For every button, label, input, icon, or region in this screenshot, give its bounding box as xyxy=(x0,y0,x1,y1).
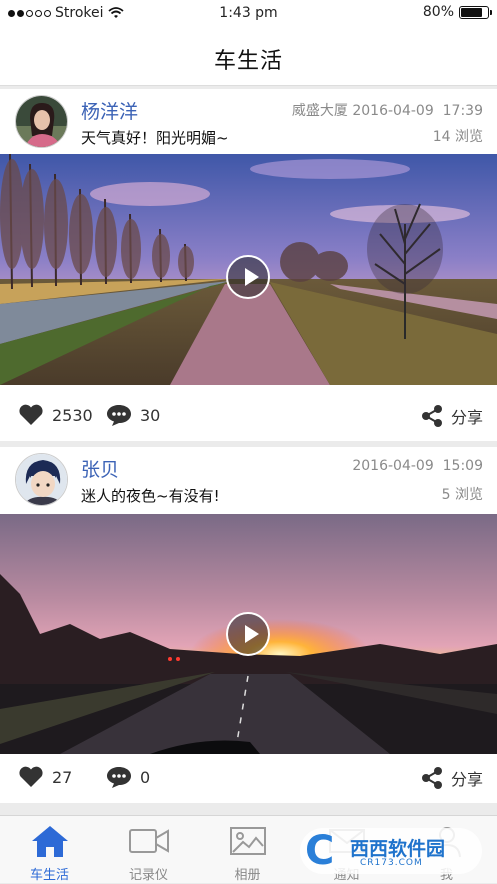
post-meta: 2016-04-09 15:09 xyxy=(352,458,483,474)
home-icon xyxy=(31,826,68,857)
tab-label: 车生活 xyxy=(29,868,69,883)
like-button[interactable]: 2530 xyxy=(18,404,93,426)
post-header: 杨洋洋 天气真好！阳光明媚~ 威盛大厦 2016-04-09 17:39 14 … xyxy=(0,89,497,154)
watermark-site: CR173.COM xyxy=(360,858,423,868)
comment-icon xyxy=(107,405,131,426)
post-meta: 威盛大厦 2016-04-09 17:39 xyxy=(292,100,483,120)
avatar[interactable] xyxy=(15,453,68,506)
share-button[interactable]: 分享 xyxy=(421,766,483,790)
tab-label: 记录仪 xyxy=(128,868,168,883)
post-actions: 2530 30 分享 xyxy=(0,389,497,441)
heart-icon xyxy=(19,404,43,425)
feed-post: 杨洋洋 天气真好！阳光明媚~ 威盛大厦 2016-04-09 17:39 14 … xyxy=(0,89,497,441)
post-views: 14 浏览 xyxy=(432,129,483,145)
post-username[interactable]: 杨洋洋 xyxy=(81,97,138,124)
like-count: 27 xyxy=(52,767,73,787)
battery-icon xyxy=(459,5,492,19)
share-button[interactable]: 分享 xyxy=(421,404,483,428)
heart-icon xyxy=(19,766,43,787)
comment-count: 0 xyxy=(140,767,151,787)
post-location-date: 2016-04-09 xyxy=(352,458,434,474)
tab-recorder[interactable]: 记录仪 xyxy=(99,816,198,884)
post-location-date: 威盛大厦 2016-04-09 xyxy=(291,103,434,119)
play-button[interactable] xyxy=(226,612,270,656)
comment-icon xyxy=(107,767,131,788)
post-username[interactable]: 张贝 xyxy=(81,455,119,482)
share-label: 分享 xyxy=(450,770,483,789)
avatar[interactable] xyxy=(15,95,68,148)
post-video-thumbnail[interactable] xyxy=(0,154,497,385)
feed-post: 张贝 迷人的夜色~有没有! 2016-04-09 15:09 5 浏览 27 0… xyxy=(0,447,497,803)
post-caption: 迷人的夜色~有没有! xyxy=(81,487,220,505)
watermark-brand: 西西软件园 xyxy=(350,838,446,860)
tab-car-life[interactable]: 车生活 xyxy=(0,816,99,884)
comment-button[interactable]: 0 xyxy=(106,766,150,788)
post-time: 17:39 xyxy=(442,103,483,119)
battery-percent: 80% xyxy=(422,4,454,20)
play-button[interactable] xyxy=(226,255,270,299)
post-time: 15:09 xyxy=(442,458,483,474)
post-video-thumbnail[interactable] xyxy=(0,514,497,754)
comment-count: 30 xyxy=(140,405,161,425)
post-header: 张贝 迷人的夜色~有没有! 2016-04-09 15:09 5 浏览 xyxy=(0,447,497,512)
tab-album[interactable]: 相册 xyxy=(198,816,297,884)
video-camera-icon xyxy=(128,829,169,853)
status-bar: Strokei 1:43 pm 80% xyxy=(0,0,497,26)
share-label: 分享 xyxy=(450,408,483,427)
watermark-logo-icon: C xyxy=(305,828,335,874)
status-right: 80% xyxy=(422,4,492,20)
post-caption: 天气真好！阳光明媚~ xyxy=(81,129,229,147)
comment-button[interactable]: 30 xyxy=(106,404,160,426)
share-icon xyxy=(421,405,442,427)
like-button[interactable]: 27 xyxy=(18,766,72,788)
site-watermark: C 西西软件园 CR173.COM xyxy=(300,828,482,874)
post-actions: 27 0 分享 xyxy=(0,751,497,803)
tab-label: 相册 xyxy=(234,868,261,883)
share-icon xyxy=(421,767,442,789)
photo-icon xyxy=(229,827,266,855)
nav-bar: 车生活 xyxy=(0,26,497,86)
page-title: 车生活 xyxy=(213,49,283,74)
like-count: 2530 xyxy=(52,405,93,425)
post-views: 5 浏览 xyxy=(441,487,483,503)
